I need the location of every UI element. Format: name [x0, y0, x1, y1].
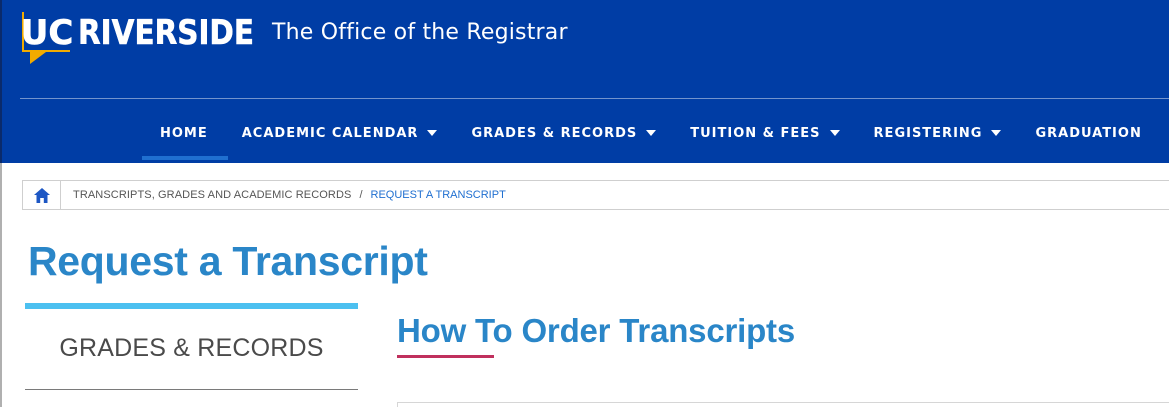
breadcrumb-parent-link[interactable]: TRANSCRIPTS, GRADES AND ACADEMIC RECORDS: [73, 189, 351, 201]
logo-uc-text: UC: [21, 13, 74, 53]
nav-grades-records-label: GRADES & RECORDS: [471, 125, 638, 141]
breadcrumb-separator: /: [359, 189, 363, 201]
nav-registering-label: REGISTERING: [873, 125, 983, 141]
chevron-down-icon: [646, 130, 657, 136]
nav-active-indicator: [142, 156, 228, 160]
nav-home-label: HOME: [160, 125, 208, 141]
header-divider: [20, 98, 1169, 99]
chevron-down-icon: [427, 130, 438, 136]
breadcrumb-home-button[interactable]: [23, 181, 61, 209]
page-left-border: [0, 163, 2, 407]
breadcrumb-current[interactable]: REQUEST A TRANSCRIPT: [371, 189, 506, 201]
uc-riverside-logo[interactable]: UC RIVERSIDE: [20, 8, 260, 64]
site-header: UC RIVERSIDE The Office of the Registrar…: [0, 0, 1169, 163]
nav-home[interactable]: HOME: [160, 126, 208, 141]
nav-registering[interactable]: REGISTERING: [874, 126, 1002, 141]
chevron-down-icon: [829, 130, 840, 136]
sidebar-heading[interactable]: GRADES & RECORDS: [25, 334, 358, 363]
section-heading: How To Order Transcripts: [397, 312, 795, 349]
content-panel: [397, 402, 1169, 407]
breadcrumb: TRANSCRIPTS, GRADES AND ACADEMIC RECORDS…: [22, 180, 1169, 210]
nav-graduation-label: GRADUATION: [1035, 125, 1142, 141]
nav-academic-calendar-label: ACADEMIC CALENDAR: [241, 125, 419, 141]
sidebar-divider: [25, 389, 358, 390]
sidebar-accent-bar: [25, 303, 358, 309]
section-heading-underline: [397, 355, 494, 358]
logo-riverside-text: RIVERSIDE: [78, 13, 254, 53]
office-title[interactable]: The Office of the Registrar: [272, 20, 568, 45]
page-title: Request a Transcript: [28, 238, 428, 284]
nav-tuition-fees[interactable]: TUITION & FEES: [690, 125, 840, 141]
nav-academic-calendar[interactable]: ACADEMIC CALENDAR: [242, 126, 438, 141]
nav-grades-records[interactable]: GRADES & RECORDS: [471, 125, 657, 141]
nav-tuition-fees-label: TUITION & FEES: [690, 125, 821, 141]
home-icon: [33, 187, 50, 203]
main-nav: HOME ACADEMIC CALENDAR GRADES & RECORDS …: [160, 118, 1169, 148]
chevron-down-icon: [991, 130, 1002, 136]
nav-graduation[interactable]: GRADUATION: [1035, 126, 1141, 141]
